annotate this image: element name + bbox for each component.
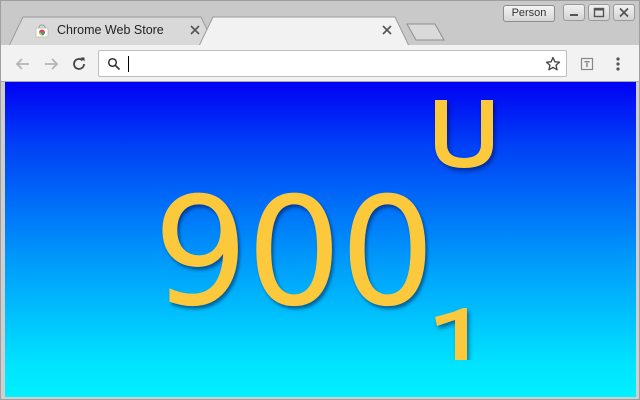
search-icon (107, 57, 121, 71)
tab-chrome-web-store[interactable]: Chrome Web Store (9, 16, 215, 46)
menu-dots-icon[interactable] (608, 54, 628, 74)
address-bar[interactable] (98, 50, 567, 77)
tab-new-blank[interactable] (199, 16, 409, 46)
big-number-text: 900 (153, 166, 435, 340)
browser-window: Chrome Web Store Person 900 (0, 0, 640, 400)
profile-button[interactable]: Person (503, 5, 555, 22)
text-caret (128, 56, 129, 72)
maximize-icon (593, 7, 605, 18)
address-input[interactable] (127, 54, 527, 73)
back-arrow-icon[interactable] (13, 54, 33, 74)
tab-strip: Chrome Web Store Person (1, 1, 639, 46)
chrome-web-store-icon (35, 24, 49, 38)
reload-icon[interactable] (69, 54, 89, 74)
rotated-digit-glyph (435, 100, 493, 168)
close-icon[interactable] (380, 23, 394, 37)
tab-title: Chrome Web Store (57, 23, 164, 37)
new-tab-button[interactable] (406, 23, 446, 41)
star-icon[interactable] (545, 56, 561, 72)
close-window-button[interactable] (613, 4, 635, 21)
close-window-icon (619, 7, 629, 18)
rotated-digit-glyph (435, 308, 467, 360)
forward-arrow-icon[interactable] (41, 54, 61, 74)
minimize-button[interactable] (563, 4, 585, 21)
maximize-button[interactable] (588, 4, 610, 21)
browser-toolbar (1, 45, 639, 82)
tab-background-active (199, 16, 409, 46)
minimize-icon (570, 14, 578, 16)
page-content: 900 (5, 82, 636, 397)
extension-icon[interactable] (577, 54, 597, 74)
